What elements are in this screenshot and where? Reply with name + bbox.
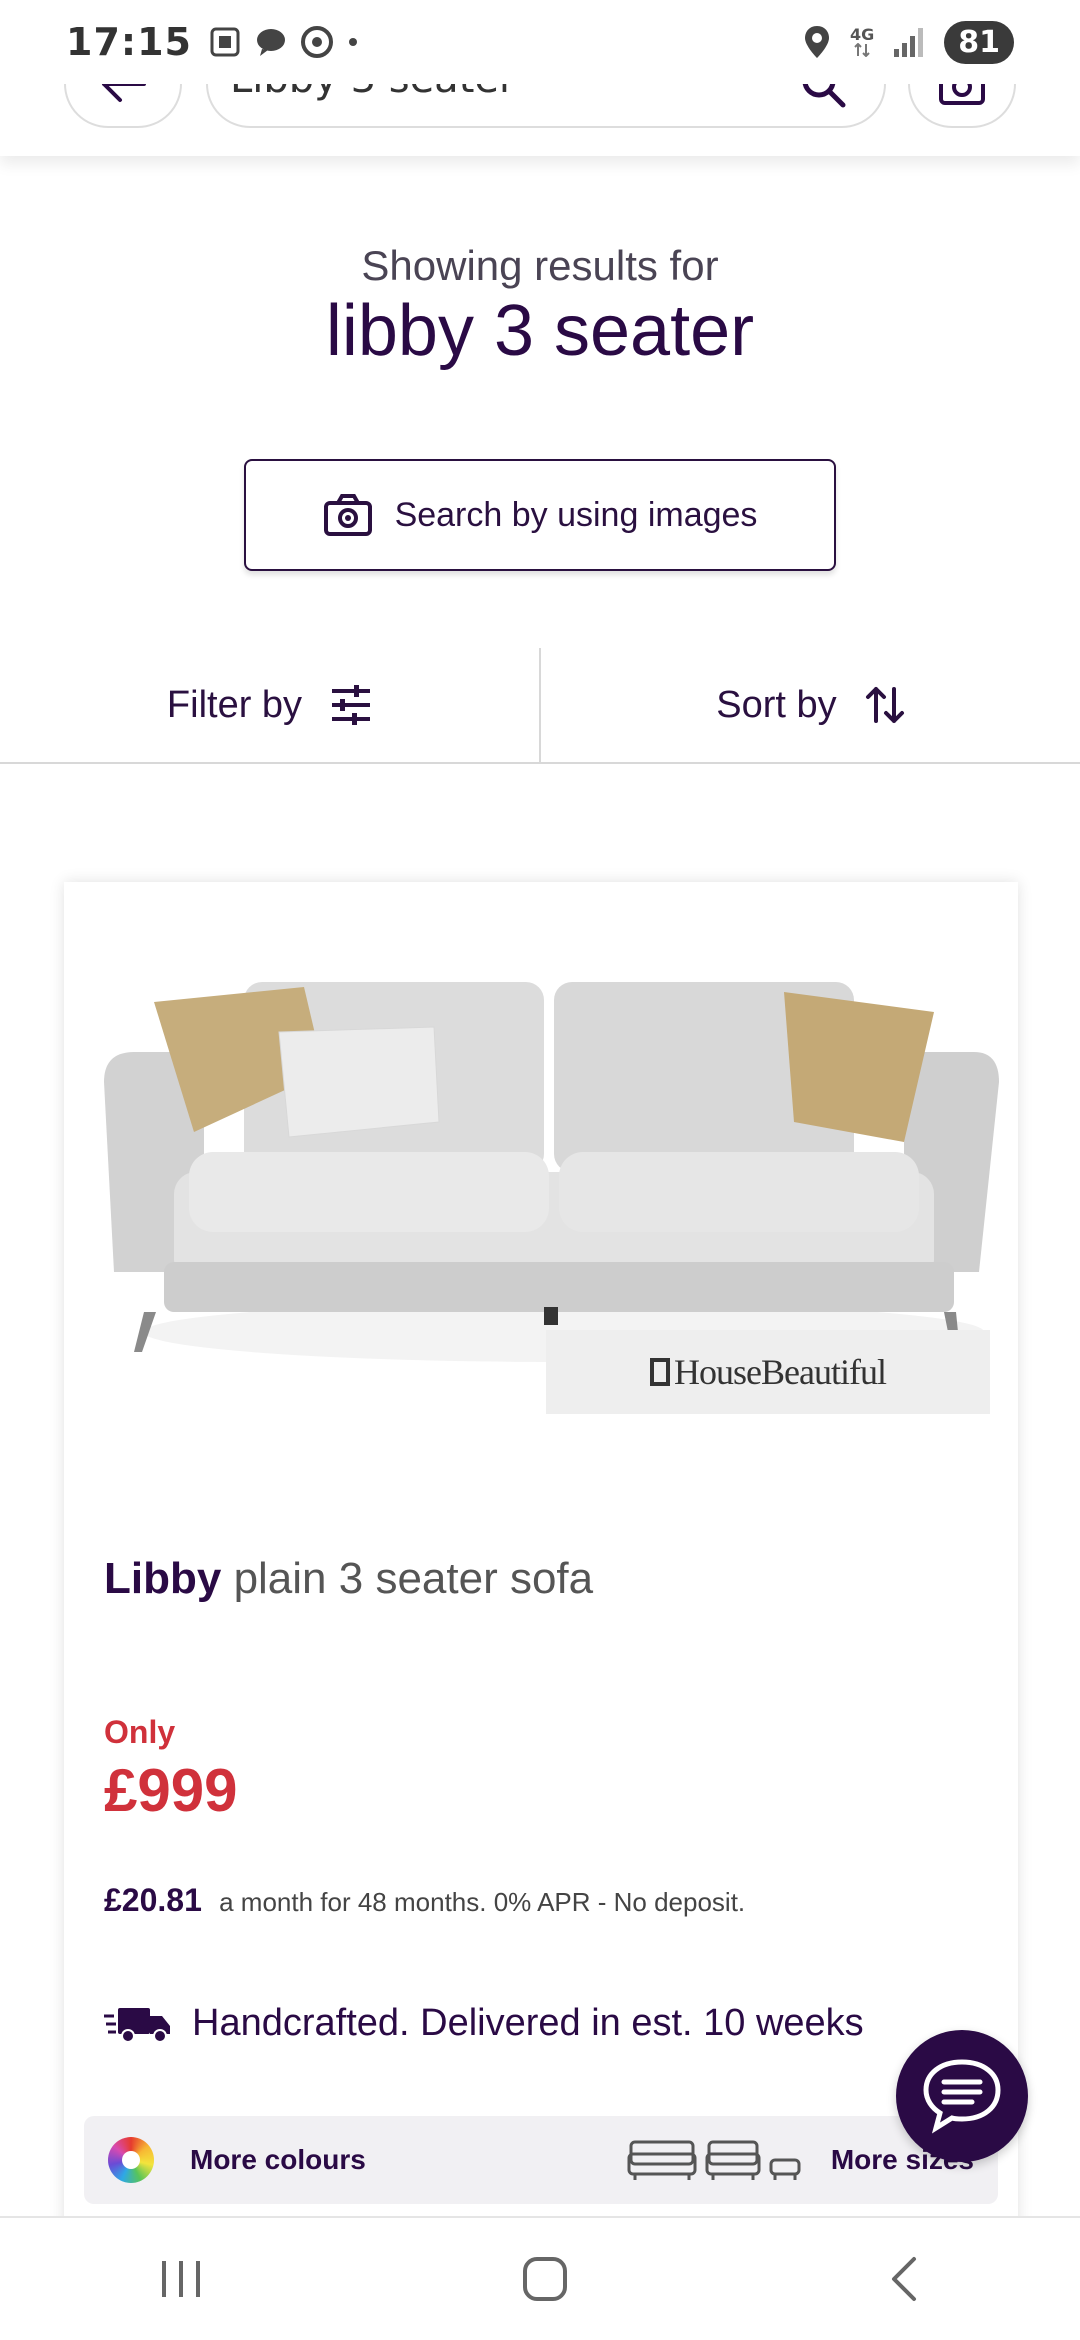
- home-icon[interactable]: [519, 2253, 571, 2305]
- delivery-truck-icon: [104, 2007, 170, 2043]
- product-title[interactable]: Libby plain 3 seater sofa: [104, 1554, 593, 1604]
- chat-icon: [923, 2059, 1001, 2134]
- filter-label: Filter by: [166, 683, 303, 726]
- image-search-label: Search by using images: [394, 495, 758, 534]
- delivery-info: Handcrafted. Delivered in est. 10 weeks: [104, 2002, 864, 2045]
- house-beautiful-badge: HouseBeautiful: [546, 1330, 990, 1414]
- sliders-icon: [332, 685, 371, 725]
- screenshot-icon: [210, 27, 240, 57]
- only-label: Only: [104, 1714, 176, 1750]
- badge-label: HouseBeautiful: [674, 1352, 887, 1392]
- back-icon[interactable]: [884, 2253, 924, 2305]
- dot-icon: [348, 38, 357, 46]
- system-nav-bar: [0, 2216, 1080, 2340]
- image-search-button[interactable]: Search by using images: [244, 459, 836, 571]
- battery-indicator: 81: [944, 20, 1014, 64]
- chat-bubble-icon: [256, 29, 285, 56]
- status-bar: 17:15 4G 81: [0, 0, 1080, 84]
- recent-apps-icon[interactable]: [156, 2257, 206, 2301]
- footstool-icon: [769, 2158, 801, 2180]
- network-indicator: 4G: [850, 27, 874, 57]
- sort-arrows-icon: [865, 687, 904, 723]
- chat-button[interactable]: [896, 2030, 1028, 2162]
- more-colours-link[interactable]: More colours: [190, 2144, 366, 2176]
- results-subtitle: Showing results for: [361, 242, 719, 289]
- sofa-large-icon: [627, 2140, 697, 2180]
- product-name: plain 3 seater sofa: [233, 1554, 594, 1603]
- results-term: libby 3 seater: [325, 291, 755, 371]
- sort-button[interactable]: Sort by: [541, 648, 1080, 762]
- finance-text: a month for 48 months. 0% APR - No depos…: [219, 1887, 746, 1917]
- sofa-medium-icon: [705, 2140, 761, 2180]
- network-label: 4G: [849, 25, 875, 44]
- product-price: £999: [104, 1757, 238, 1824]
- data-arrows-icon: [854, 43, 870, 57]
- finance-info: £20.81 a month for 48 months. 0% APR - N…: [104, 1882, 745, 1919]
- product-brand: Libby: [104, 1554, 222, 1603]
- sort-label: Sort by: [716, 683, 837, 726]
- product-options-bar: More colours More sizes: [84, 2116, 998, 2204]
- camera-icon: [323, 494, 372, 536]
- delivery-text: Handcrafted. Delivered in est. 10 weeks: [192, 2002, 864, 2044]
- product-card[interactable]: HouseBeautiful Libby plain 3 seater sofa…: [64, 882, 1018, 2340]
- signal-icon: [894, 28, 924, 57]
- chrome-icon: [300, 26, 333, 58]
- house-beautiful-logo-icon: [650, 1358, 671, 1386]
- location-icon: [804, 26, 829, 58]
- size-icons: [627, 2138, 801, 2182]
- finance-amount: £20.81: [104, 1882, 202, 1918]
- product-image[interactable]: [94, 972, 1014, 1372]
- filter-button[interactable]: Filter by: [0, 648, 541, 762]
- status-time: 17:15: [66, 20, 192, 64]
- colour-wheel-icon: [108, 2137, 154, 2183]
- filter-sort-bar: Filter by Sort by: [0, 648, 1080, 764]
